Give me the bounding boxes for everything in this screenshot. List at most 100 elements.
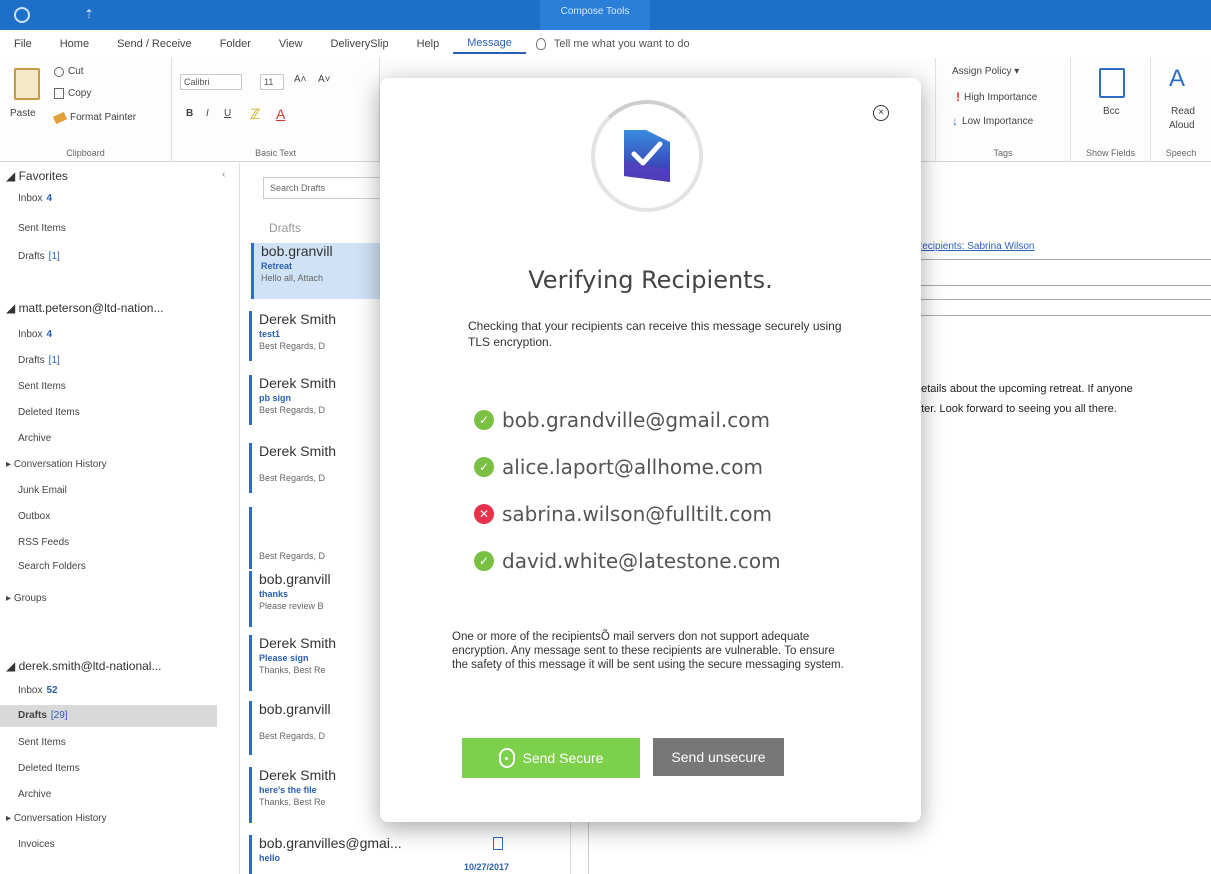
read-aloud-line2[interactable]: Aloud bbox=[1169, 120, 1195, 131]
acc2-drafts[interactable]: Drafts [29] bbox=[0, 705, 217, 727]
acc1-outbox[interactable]: Outbox bbox=[18, 511, 50, 522]
account1-header[interactable]: ◢ matt.peterson@ltd-nation... bbox=[6, 301, 163, 315]
bcc-icon[interactable] bbox=[1099, 68, 1125, 98]
folder-label: Inbox bbox=[18, 329, 43, 340]
msg-from: bob.granvilles@gmai... bbox=[259, 835, 402, 851]
send-unsecure-button[interactable]: Send unsecure bbox=[653, 738, 784, 776]
folder-label: Inbox bbox=[18, 193, 43, 204]
acc1-sent[interactable]: Sent Items bbox=[18, 381, 66, 392]
favorites-header[interactable]: ◢ Favorites bbox=[6, 169, 68, 183]
acc2-sent[interactable]: Sent Items bbox=[18, 737, 66, 748]
high-importance-button[interactable]: ! High Importance bbox=[956, 90, 1037, 104]
clipboard-label: Clipboard bbox=[66, 148, 105, 158]
acc1-search-folders[interactable]: Search Folders bbox=[18, 561, 86, 572]
folder-label: Sent Items bbox=[18, 223, 66, 234]
shrink-font-button[interactable]: A˅ bbox=[318, 74, 331, 85]
acc1-conversation-history[interactable]: ▸ Conversation History bbox=[6, 459, 107, 470]
account2-header[interactable]: ◢ derek.smith@ltd-national... bbox=[6, 659, 161, 673]
font-size-box[interactable]: 11 bbox=[260, 74, 284, 90]
down-arrow-icon: ↓ bbox=[952, 114, 958, 128]
tab-home[interactable]: Home bbox=[46, 38, 103, 50]
underline-button[interactable]: U bbox=[224, 108, 231, 119]
tab-deliveryslip[interactable]: DeliverySlip bbox=[317, 38, 403, 50]
acc1-drafts[interactable]: Drafts [1] bbox=[18, 355, 60, 366]
lightbulb-icon bbox=[535, 38, 546, 50]
fav-sent[interactable]: Sent Items bbox=[18, 223, 66, 234]
acc1-deleted[interactable]: Deleted Items bbox=[18, 407, 80, 418]
groups-header[interactable]: ▸ Groups bbox=[6, 593, 47, 604]
paste-icon[interactable] bbox=[14, 68, 40, 100]
body-line: details about the upcoming retreat. If a… bbox=[915, 383, 1133, 395]
show-fields-group: Bcc Show Fields bbox=[1071, 58, 1151, 162]
check-circle-icon: ✓ bbox=[474, 551, 494, 571]
format-painter-button[interactable]: Format Painter bbox=[52, 111, 137, 124]
basic-text-group: Calibri 11 A˄ A˅ B I U ℤ A Basic Text bbox=[172, 58, 380, 162]
recipient-row: ✓ alice.laport@allhome.com bbox=[474, 455, 763, 479]
verify-recipients-dialog: × Verifying Recipients. Checking that yo… bbox=[380, 78, 921, 822]
basic-text-label: Basic Text bbox=[255, 148, 296, 158]
draft-edit-icon bbox=[493, 837, 503, 850]
folder-label: Drafts bbox=[18, 710, 47, 721]
tab-file[interactable]: File bbox=[0, 38, 46, 50]
tab-send-receive[interactable]: Send / Receive bbox=[103, 38, 206, 50]
tab-message[interactable]: Message bbox=[453, 34, 526, 54]
quick-access-icon[interactable]: ⇡ bbox=[84, 7, 94, 21]
font-name-box[interactable]: Calibri bbox=[180, 74, 242, 90]
tab-view[interactable]: View bbox=[265, 38, 317, 50]
scissors-icon bbox=[54, 66, 64, 77]
clipboard-group: Paste Cut Copy Format Painter Clipboard bbox=[0, 58, 172, 162]
message-body[interactable]: details about the upcoming retreat. If a… bbox=[915, 379, 1133, 419]
recipient-row: ✓ david.white@latestone.com bbox=[474, 549, 781, 573]
show-fields-label: Show Fields bbox=[1085, 148, 1136, 158]
acc2-conversation-history[interactable]: ▸ Conversation History bbox=[6, 813, 107, 824]
acc1-archive[interactable]: Archive bbox=[18, 433, 51, 444]
acc2-inbox[interactable]: Inbox 52 bbox=[18, 685, 58, 696]
acc1-rss[interactable]: RSS Feeds bbox=[18, 537, 69, 548]
compose-tools-context: Compose Tools bbox=[540, 0, 650, 30]
read-aloud-icon[interactable]: A bbox=[1169, 64, 1195, 94]
acc2-archive[interactable]: Archive bbox=[18, 789, 51, 800]
low-importance-button[interactable]: ↓ Low Importance bbox=[952, 114, 1033, 128]
tab-folder[interactable]: Folder bbox=[206, 38, 265, 50]
fav-inbox[interactable]: Inbox 4 bbox=[18, 193, 52, 204]
copy-button[interactable]: Copy bbox=[54, 88, 91, 99]
body-line: ater. Look forward to seeing you all the… bbox=[915, 403, 1117, 415]
send-secure-button[interactable]: Send Secure bbox=[462, 738, 640, 778]
bold-button[interactable]: B bbox=[186, 108, 193, 119]
read-aloud-line1[interactable]: Read bbox=[1171, 106, 1195, 117]
list-item[interactable]: bob.granvilles@gmai... hello 10/27/2017 bbox=[249, 835, 549, 874]
acc1-junk[interactable]: Junk Email bbox=[18, 485, 67, 496]
collapse-pane-icon[interactable]: ‹ bbox=[222, 169, 225, 180]
ribbon-tabs: File Home Send / Receive Folder View Del… bbox=[0, 30, 1211, 58]
encryption-warning: One or more of the recipientsÕ mail serv… bbox=[452, 631, 844, 671]
format-painter-label: Format Painter bbox=[70, 112, 137, 123]
brush-icon bbox=[52, 111, 68, 124]
recipients-field[interactable]: Recipients: Sabrina Wilson bbox=[915, 241, 1035, 252]
folder-label: Inbox bbox=[18, 685, 43, 696]
acc1-inbox[interactable]: Inbox 4 bbox=[18, 329, 52, 340]
highlight-button[interactable]: ℤ bbox=[250, 106, 260, 123]
recipient-row: ✕ sabrina.wilson@fulltilt.com bbox=[474, 502, 772, 526]
close-icon[interactable]: × bbox=[873, 105, 889, 121]
bcc-button[interactable]: Bcc bbox=[1103, 106, 1120, 117]
font-color-button[interactable]: A bbox=[276, 106, 285, 122]
folder-label: Conversation History bbox=[13, 813, 107, 824]
low-importance-label: Low Importance bbox=[962, 115, 1034, 127]
cut-label: Cut bbox=[68, 66, 84, 77]
cut-button[interactable]: Cut bbox=[54, 66, 84, 77]
folder-label: Drafts bbox=[18, 251, 45, 262]
fav-drafts[interactable]: Drafts [1] bbox=[18, 251, 60, 262]
groups-label: Groups bbox=[13, 593, 47, 604]
copy-label: Copy bbox=[68, 88, 92, 99]
check-circle-icon: ✓ bbox=[474, 410, 494, 430]
paste-button[interactable]: Paste bbox=[10, 108, 36, 119]
favorites-label: Favorites bbox=[18, 169, 68, 183]
italic-button[interactable]: I bbox=[206, 108, 209, 119]
acc2-deleted[interactable]: Deleted Items bbox=[18, 763, 80, 774]
outlook-app-icon[interactable] bbox=[14, 7, 30, 23]
tab-help[interactable]: Help bbox=[403, 38, 454, 50]
assign-policy-button[interactable]: Assign Policy ▾ bbox=[952, 66, 1019, 77]
grow-font-button[interactable]: A˄ bbox=[294, 74, 307, 85]
acc2-invoices[interactable]: Invoices bbox=[18, 839, 55, 850]
tell-me-box[interactable]: Tell me what you want to do bbox=[526, 38, 690, 50]
